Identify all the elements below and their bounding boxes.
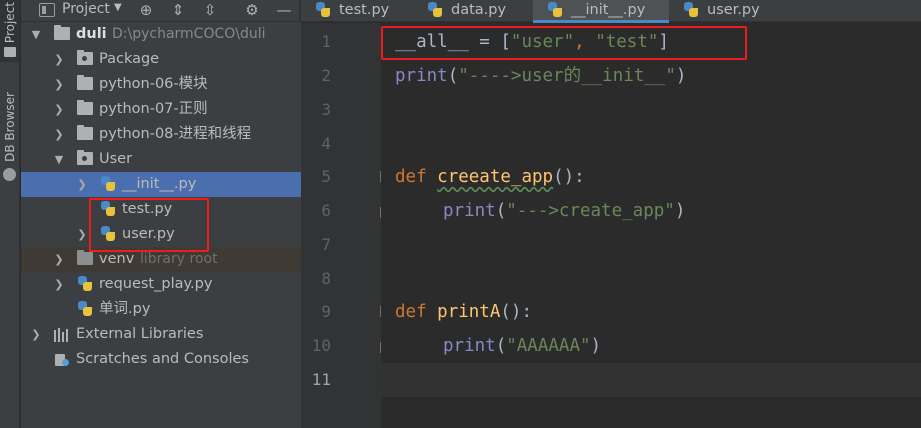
- python-file-icon: [315, 2, 331, 18]
- line-number: 2: [321, 66, 331, 85]
- tree-row-package[interactable]: ❯ Package: [21, 47, 301, 72]
- python-file-icon: [683, 2, 699, 18]
- python-file-icon: [77, 301, 93, 317]
- line-number: 9: [321, 302, 331, 321]
- chevron-right-icon[interactable]: ❯: [53, 122, 65, 147]
- tree-row-external-libraries[interactable]: ❯ External Libraries: [21, 322, 301, 347]
- tree-row-user[interactable]: ▼ User: [21, 147, 301, 172]
- tab-init-py[interactable]: __init__.py: [533, 0, 669, 23]
- tree-row-root[interactable]: ▼ duli D:\pycharmCOCO\duli: [21, 22, 301, 47]
- tree-row-scratches[interactable]: Scratches and Consoles: [21, 347, 301, 372]
- tree-row-test[interactable]: test.py: [21, 197, 301, 222]
- project-view-selector[interactable]: Project: [62, 1, 110, 17]
- chevron-down-icon[interactable]: ▼: [53, 147, 65, 172]
- library-icon: [54, 328, 70, 342]
- tab-data-py[interactable]: data.py: [413, 0, 531, 22]
- chevron-right-icon[interactable]: ❯: [53, 97, 65, 122]
- db-browser-label: DB Browser: [3, 92, 17, 162]
- project-panel: Project ▼ ⊕ ⇕ ⇳ ⚙ — ▼ duli D:\pycharmCOC…: [21, 0, 301, 428]
- folder-icon: [77, 250, 93, 265]
- line-number: 1: [321, 32, 331, 51]
- python-file-icon: [100, 201, 116, 217]
- db-browser-tool-button[interactable]: DB Browser: [0, 88, 20, 188]
- chevron-down-icon[interactable]: ▼: [114, 2, 122, 13]
- project-tool-button[interactable]: Project: [0, 0, 20, 62]
- database-icon: [3, 168, 16, 181]
- root-folder-name: duli: [76, 26, 107, 42]
- chevron-right-icon[interactable]: ❯: [53, 47, 65, 72]
- chevron-right-icon[interactable]: ❯: [76, 172, 88, 197]
- tab-user-py[interactable]: user.py: [669, 0, 789, 22]
- code-line-9: def printA():: [395, 302, 532, 322]
- python-file-icon: [427, 2, 443, 18]
- python-file-icon: [547, 2, 563, 18]
- scratches-icon: [54, 353, 70, 367]
- code-line-10: print("AAAAAA"): [443, 336, 602, 356]
- tree-row-python-06[interactable]: ❯ python-06-模块: [21, 72, 301, 97]
- tree-row-python-07[interactable]: ❯ python-07-正则: [21, 97, 301, 122]
- tree-row-init[interactable]: ❯ __init__.py: [21, 172, 301, 197]
- editor-tab-bar: test.py data.py __init__.py user.py: [301, 0, 921, 23]
- line-number: 8: [321, 269, 331, 288]
- line-number: 10: [311, 336, 331, 355]
- line-number: 3: [321, 100, 331, 119]
- target-icon[interactable]: ⊕: [135, 0, 157, 22]
- chevron-down-icon[interactable]: ▼: [30, 22, 42, 47]
- package-folder-icon: [77, 50, 93, 65]
- python-file-icon: [100, 226, 116, 242]
- collapse-all-icon[interactable]: ⇳: [199, 0, 221, 22]
- folder-icon: [54, 25, 70, 40]
- project-tool-label: Project: [3, 2, 17, 44]
- folder-icon: [77, 75, 93, 90]
- line-number: 4: [321, 134, 331, 153]
- project-panel-header: Project ▼ ⊕ ⇕ ⇳ ⚙ —: [21, 0, 301, 22]
- code-line-5: def creeate_app():: [395, 167, 585, 187]
- folder-icon: [77, 125, 93, 140]
- python-file-icon: [100, 176, 116, 192]
- line-number: 7: [321, 235, 331, 254]
- code-line-1: __all__ = ["user", "test"]: [395, 32, 669, 52]
- folder-icon: [77, 100, 93, 115]
- tool-window-strip: Project DB Browser: [0, 0, 20, 428]
- code-line-6: print("--->create_app"): [443, 201, 686, 221]
- chevron-right-icon[interactable]: ❯: [76, 222, 88, 247]
- tree-row-user-py[interactable]: ❯ user.py: [21, 222, 301, 247]
- tree-row-venv[interactable]: ❯ venv library root: [21, 247, 301, 272]
- line-number-gutter: 1 2 3 4 5 6 7 8 9 10 11: [301, 23, 391, 428]
- library-root-hint: library root: [140, 251, 218, 267]
- tab-test-py[interactable]: test.py: [301, 0, 413, 22]
- root-folder-path: D:\pycharmCOCO\duli: [112, 26, 266, 42]
- python-file-icon: [77, 276, 93, 292]
- tree-row-request-play[interactable]: ❯ request_play.py: [21, 272, 301, 297]
- code-editor[interactable]: __all__ = ["user", "test"] print("---->u…: [381, 23, 921, 428]
- line-number: 6: [321, 201, 331, 220]
- tree-row-words[interactable]: 单词.py: [21, 297, 301, 322]
- chevron-right-icon[interactable]: ❯: [53, 247, 65, 272]
- current-line-highlight: [381, 363, 921, 397]
- line-number: 11: [311, 370, 331, 389]
- chevron-right-icon[interactable]: ❯: [53, 72, 65, 97]
- line-number: 5: [321, 167, 331, 186]
- minimize-icon[interactable]: —: [273, 0, 295, 22]
- package-folder-icon: [77, 150, 93, 165]
- tree-row-python-08[interactable]: ❯ python-08-进程和线程: [21, 122, 301, 147]
- gear-icon[interactable]: ⚙: [241, 0, 263, 22]
- expand-all-icon[interactable]: ⇕: [167, 0, 189, 22]
- code-line-2: print("---->user的__init__"): [395, 66, 687, 86]
- chevron-right-icon[interactable]: ❯: [30, 322, 42, 347]
- chevron-right-icon[interactable]: ❯: [53, 272, 65, 297]
- project-view-icon: [39, 3, 55, 17]
- folder-icon: [4, 47, 16, 57]
